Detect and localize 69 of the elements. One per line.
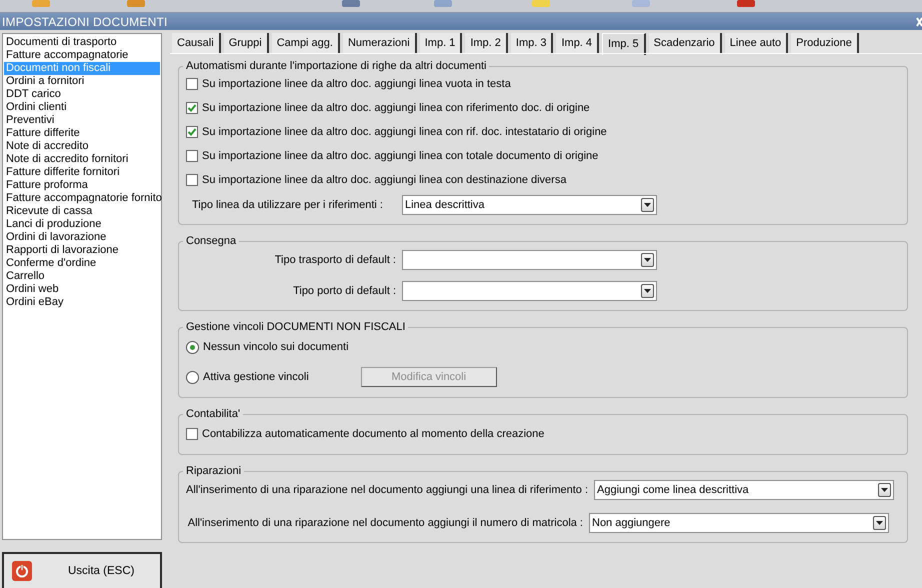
list-item[interactable]: Ordini eBay [4,296,160,309]
list-item[interactable]: Conferme d'ordine [4,257,160,270]
group-title: Automatismi durante l'importazione di righe da altri documenti [185,60,488,72]
tab[interactable]: Imp. 4 [556,33,600,53]
list-item[interactable]: Fatture accompagnatorie [4,49,160,62]
list-item[interactable]: Fatture differite [4,127,160,140]
field-label: All'inserimento di una riparazione nel documento aggiungi una linea di riferimento : [186,484,588,496]
dropdown-field[interactable]: Non aggiungere [589,513,889,533]
checkbox[interactable] [186,102,198,114]
field-label: Tipo trasporto di default : [274,254,396,266]
checkbox[interactable] [186,78,198,90]
list-item[interactable]: Fatture proforma [4,179,160,192]
list-item[interactable]: DDT carico [4,88,160,101]
list-item[interactable]: Ordini clienti [4,101,160,114]
checkbox-label: Su importazione linee da altro doc. aggiungi linea con rif. doc. intestatario di origine [202,126,607,138]
checkbox-label: Su importazione linee da altro doc. aggiungi linea con destinazione diversa [202,174,566,186]
checkbox-label: Su importazione linee da altro doc. aggiungi linea con totale documento di origine [202,150,598,162]
dropdown-field[interactable]: Aggiungi come linea descrittiva [594,480,894,500]
group-title: Consegna [185,235,238,247]
dropdown-field[interactable]: Linea descrittiva [402,195,657,215]
group-title: Gestione vincoli DOCUMENTI NON FISCALI [185,321,406,333]
checkbox[interactable] [186,150,198,162]
tab[interactable]: Imp. 3 [510,33,554,53]
tab[interactable]: Linee auto [724,33,788,53]
tab[interactable]: Imp. 5 [602,33,646,55]
tab[interactable]: Causali [172,33,221,53]
tab[interactable]: Numerazioni [342,33,417,53]
radio-label: Attiva gestione vincoli [203,371,309,383]
window-title: IMPOSTAZIONI DOCUMENTI [2,14,168,28]
checkbox-label: Contabilizza automaticamente documento al momento della creazione [202,428,544,440]
checkbox-label: Su importazione linee da altro doc. aggiungi linea vuota in testa [202,78,511,90]
list-item[interactable]: Rapporti di lavorazione [4,244,160,257]
radio-button[interactable] [186,340,199,354]
list-item[interactable]: Ordini web [4,283,160,296]
field-label: Tipo linea da utilizzare per i riferimenti : [191,199,384,211]
tab[interactable]: Campi agg. [272,33,340,53]
group-title: Contabilita' [185,408,242,420]
radio-label: Nessun vincolo sui documenti [203,341,349,353]
list-item[interactable]: Ordini a fornitori [4,75,160,88]
list-item[interactable]: Ordini di lavorazione [4,231,160,244]
power-icon [12,561,32,582]
tab[interactable]: Imp. 1 [420,33,462,53]
dropdown-field[interactable] [402,281,657,301]
field-label: All'inserimento di una riparazione nel documento aggiungi il numero di matricola : [186,517,583,529]
checkbox[interactable] [186,174,198,186]
list-item[interactable]: Note di accredito [4,140,160,153]
list-item[interactable]: Fatture accompagnatorie fornito [4,192,160,205]
list-item[interactable]: Documenti di trasporto [4,36,160,49]
dropdown-field[interactable] [402,250,657,270]
toolbar-icon[interactable] [735,0,757,8]
radio-button[interactable] [186,370,199,384]
list-item[interactable]: Ricevute di cassa [4,205,160,218]
tab[interactable]: Imp. 2 [465,33,508,53]
field-label: Tipo porto di default : [292,285,396,297]
checkbox-label: Su importazione linee da altro doc. aggiungi linea con riferimento doc. di origine [202,102,590,114]
tab[interactable]: Scadenzario [648,33,722,53]
list-item[interactable]: Note di accredito fornitori [4,153,160,166]
exit-button[interactable]: Uscita (ESC) [2,552,162,588]
list-item[interactable]: Carrello [4,270,160,283]
list-item[interactable]: Lanci di produzione [4,218,160,231]
toolbar-icon[interactable] [340,0,362,8]
close-icon[interactable] [916,16,922,26]
tab[interactable]: Gruppi [224,33,269,53]
list-item[interactable]: Preventivi [4,114,160,127]
tab[interactable]: Produzione [791,33,859,53]
checkbox[interactable] [186,428,198,440]
checkbox[interactable] [186,126,198,138]
group-title: Riparazioni [185,465,242,477]
list-item[interactable]: Fatture differite fornitori [4,166,160,179]
